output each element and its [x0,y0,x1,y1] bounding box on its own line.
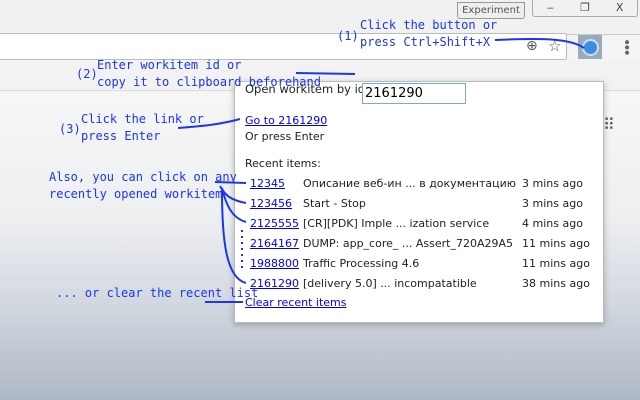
arrow-step3 [177,118,241,129]
arrow-step2 [295,72,356,75]
arrow-step1 [494,37,585,49]
arrow-recent-1 [214,181,247,184]
annotation-arrows [177,37,585,303]
